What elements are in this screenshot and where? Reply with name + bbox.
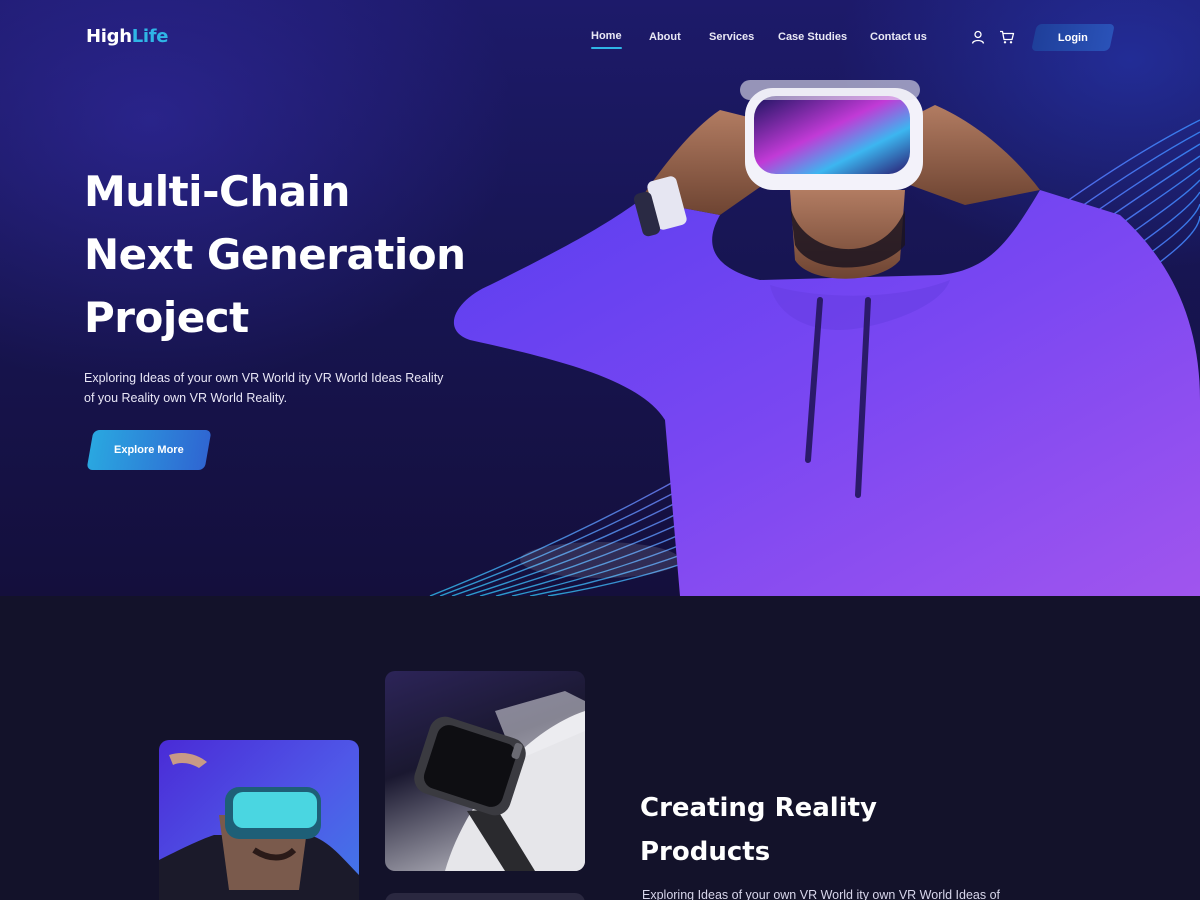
vr-user-photo bbox=[159, 752, 359, 900]
hero-description: Exploring Ideas of your own VR World ity… bbox=[84, 371, 444, 405]
nav-contact-us[interactable]: Contact us bbox=[870, 31, 927, 43]
explore-more-label: Explore More bbox=[114, 444, 184, 456]
nav-home[interactable]: Home bbox=[591, 30, 622, 49]
nav-about[interactable]: About bbox=[649, 31, 681, 43]
products-section: Creating Reality Products Exploring Idea… bbox=[0, 596, 1200, 900]
vr-user-photo-card bbox=[159, 740, 359, 900]
brand-logo[interactable]: HighLife bbox=[86, 26, 169, 47]
brand-name-part1: High bbox=[86, 26, 132, 47]
user-icon[interactable] bbox=[971, 30, 985, 44]
hero-title-line-1: Multi-Chain bbox=[84, 167, 350, 216]
nav-services[interactable]: Services bbox=[709, 31, 754, 43]
nav-case-studies[interactable]: Case Studies bbox=[778, 31, 847, 43]
section-title: Creating Reality Products bbox=[640, 786, 1000, 874]
product-photo-card bbox=[385, 893, 585, 900]
hero-section: HighLife Home About Services Case Studie… bbox=[0, 0, 1200, 596]
section-title-line-2: Products bbox=[640, 837, 771, 867]
hero-title: Multi-Chain Next Generation Project bbox=[84, 160, 524, 349]
login-button-label: Login bbox=[1058, 31, 1088, 44]
cart-icon[interactable] bbox=[999, 30, 1015, 44]
hero-title-line-3: Project bbox=[84, 293, 249, 342]
login-button[interactable]: Login bbox=[1031, 24, 1115, 51]
smartwatch-photo bbox=[414, 691, 585, 871]
explore-more-button[interactable]: Explore More bbox=[86, 430, 212, 470]
section-title-line-1: Creating Reality bbox=[640, 793, 877, 823]
smartwatch-photo-card bbox=[385, 671, 585, 871]
hero-title-line-2: Next Generation bbox=[84, 230, 466, 279]
brand-name-part2: Life bbox=[131, 26, 169, 47]
section-description: Exploring Ideas of your own VR World ity… bbox=[642, 888, 1001, 900]
